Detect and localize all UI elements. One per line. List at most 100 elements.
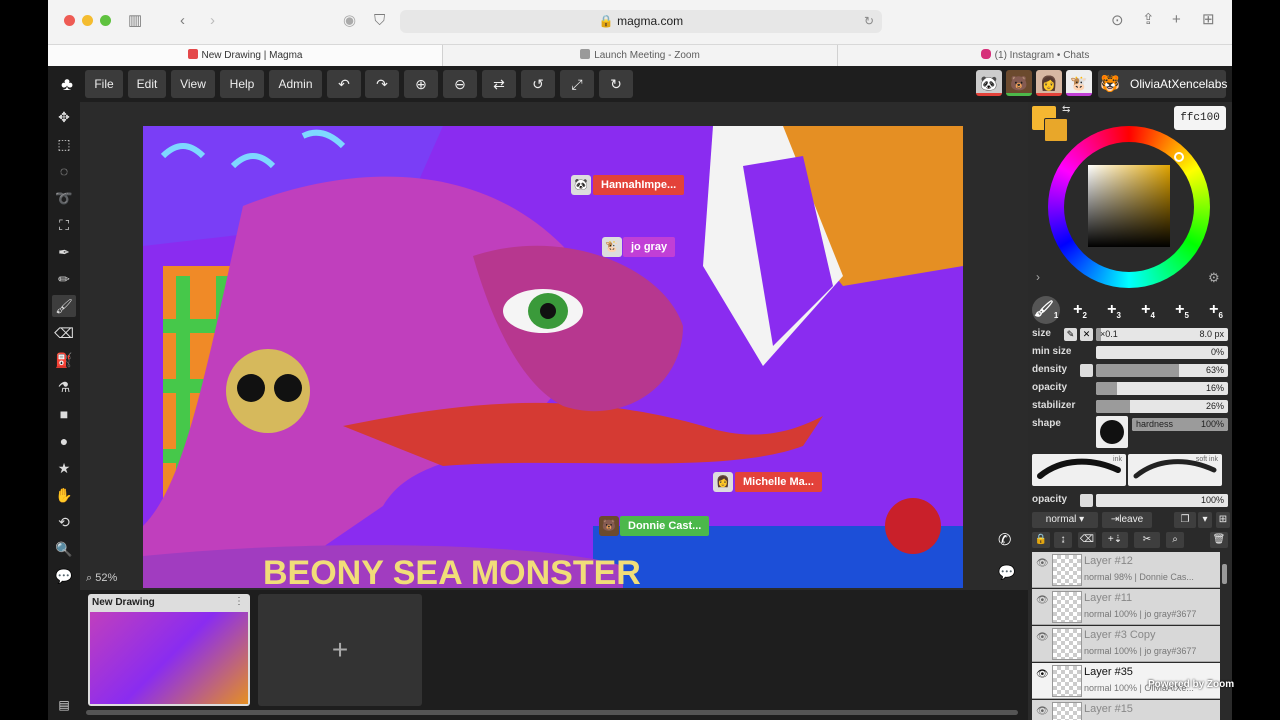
sidebar-icon[interactable]: ▥ — [128, 13, 142, 28]
rect-select-icon[interactable]: ⬚ — [52, 133, 76, 155]
brush-icon[interactable]: 🖌 — [52, 295, 76, 317]
redo-icon[interactable]: ↷ — [365, 70, 399, 98]
cut-layer-icon[interactable]: ✂ — [1134, 532, 1160, 548]
brush-slot-2[interactable]: +2 — [1066, 296, 1094, 324]
visibility-eye-icon[interactable]: 👁 — [1036, 595, 1049, 606]
color-wheel[interactable] — [1048, 126, 1210, 288]
merge-down-icon[interactable]: +⇣ — [1102, 532, 1128, 548]
extension-icon[interactable]: ◉ — [343, 13, 356, 28]
forward-icon[interactable]: › — [210, 13, 215, 28]
new-tab-icon[interactable]: + — [1172, 12, 1181, 27]
address-bar[interactable]: 🔒 magma.com ↻ — [400, 10, 882, 33]
user-avatar-panda[interactable]: 🐼 — [976, 70, 1002, 96]
rotate-left-icon[interactable]: ↺ — [521, 70, 555, 98]
layer-view-icon[interactable]: ❐ — [1174, 512, 1196, 528]
density-slider[interactable]: 63% — [1096, 364, 1228, 377]
search-layer-icon[interactable]: ⌕ — [1166, 532, 1184, 548]
density-checkbox[interactable] — [1080, 364, 1093, 377]
secondary-color-swatch[interactable] — [1044, 118, 1068, 142]
circle-icon[interactable]: ● — [52, 430, 76, 452]
tab-magma[interactable]: New Drawing | Magma — [48, 45, 442, 67]
tab-overview-icon[interactable]: ⊞ — [1202, 12, 1215, 27]
swap-colors-icon[interactable]: ⇆ — [1062, 104, 1070, 115]
expand-chevron-icon[interactable]: › — [1036, 270, 1040, 284]
layer-row[interactable]: 👁 Layer #12 normal 98% | Donnie Cas... — [1032, 552, 1220, 588]
layer-opacity-slider[interactable]: 100% — [1096, 494, 1228, 507]
minimize-window-button[interactable] — [82, 15, 93, 26]
pencil-icon[interactable]: ✏ — [52, 268, 76, 290]
brush-preset-soft-ink[interactable]: soft ink — [1128, 454, 1222, 486]
layer-row[interactable]: 👁 Layer #11 normal 100% | jo gray#3677 — [1032, 589, 1220, 625]
brush-slot-6[interactable]: +6 — [1202, 296, 1230, 324]
user-avatar-photo[interactable]: 👩 — [1036, 70, 1062, 96]
eyedropper-icon[interactable]: ✒ — [52, 241, 76, 263]
magma-logo-icon[interactable]: ♣ — [55, 70, 79, 98]
pressure-pen-icon[interactable]: ✎ — [1064, 328, 1077, 341]
brush-slot-5[interactable]: +5 — [1168, 296, 1196, 324]
brush-slot-1[interactable]: 🖌1 — [1032, 296, 1060, 324]
chat-icon[interactable]: 💬 — [52, 565, 76, 587]
eraser-icon[interactable]: ⌫ — [52, 322, 76, 344]
view-menu-button[interactable]: View — [171, 70, 215, 98]
close-window-button[interactable] — [64, 15, 75, 26]
canvas-area[interactable]: BEONY SEA MONSTER 🐼 HannahImpe... 🐮 jo g… — [80, 102, 1028, 590]
hardness-slider[interactable]: hardness 100% — [1132, 418, 1228, 431]
clear-layer-icon[interactable]: ⌫ — [1078, 532, 1096, 548]
tab-zoom[interactable]: Launch Meeting - Zoom — [442, 45, 837, 67]
layer-dropdown-icon[interactable]: ▾ — [1198, 512, 1212, 528]
drawing-canvas[interactable]: BEONY SEA MONSTER 🐼 HannahImpe... 🐮 jo g… — [143, 126, 963, 588]
share-icon[interactable]: ⇪ — [1142, 12, 1155, 27]
blend-mode-select[interactable]: normal ▾ — [1032, 512, 1098, 528]
move-layer-icon[interactable]: ↨ — [1054, 532, 1072, 548]
layer-add-icon[interactable]: ⊞ — [1216, 512, 1230, 528]
rectangle-icon[interactable]: ■ — [52, 403, 76, 425]
tab-instagram[interactable]: (1) Instagram • Chats — [837, 45, 1232, 67]
visibility-eye-icon[interactable]: 👁 — [1036, 706, 1049, 717]
more-options-icon[interactable]: ⋮ — [234, 596, 244, 607]
rotate-view-icon[interactable]: ⟲ — [52, 511, 76, 533]
maximize-window-button[interactable] — [100, 15, 111, 26]
file-menu-button[interactable]: File — [85, 70, 123, 98]
hex-color-input[interactable]: ffc100 — [1174, 106, 1226, 130]
user-avatar-bear[interactable]: 🐻 — [1006, 70, 1032, 96]
chat-bubble-icon[interactable]: 💬 — [998, 564, 1015, 581]
undo-icon[interactable]: ↶ — [327, 70, 361, 98]
flip-icon[interactable]: ⇄ — [482, 70, 516, 98]
min-size-slider[interactable]: 0% — [1096, 346, 1228, 359]
brush-shape-preview[interactable] — [1096, 416, 1128, 448]
horizontal-scrollbar[interactable] — [86, 710, 1018, 715]
zoom-tool-icon[interactable]: 🔍 — [52, 538, 76, 560]
film-strip-icon[interactable]: ▤ — [52, 694, 76, 716]
drawing-thumbnail[interactable]: New Drawing ⋮ — [88, 594, 250, 706]
color-settings-gear-icon[interactable]: ⚙ — [1208, 270, 1220, 286]
size-slider[interactable]: ×0.1 8.0 px — [1096, 328, 1228, 341]
layers-scrollbar[interactable] — [1222, 564, 1227, 584]
move-tool-icon[interactable]: ✥ — [52, 106, 76, 128]
rotate-right-icon[interactable]: ↻ — [599, 70, 633, 98]
hand-icon[interactable]: ✋ — [52, 484, 76, 506]
paint-bucket-icon[interactable]: ⛽ — [52, 349, 76, 371]
transform-icon[interactable]: ⛶ — [52, 214, 76, 236]
opacity-slider[interactable]: 16% — [1096, 382, 1228, 395]
new-drawing-button[interactable]: + — [258, 594, 422, 706]
visibility-eye-icon[interactable]: 👁 — [1036, 669, 1049, 680]
zoom-out-icon[interactable]: ⊖ — [443, 70, 477, 98]
lock-layer-icon[interactable]: 🔒 — [1032, 532, 1050, 548]
layer-opacity-checkbox[interactable] — [1080, 494, 1093, 507]
edit-menu-button[interactable]: Edit — [128, 70, 166, 98]
stamp-icon[interactable]: ⚗ — [52, 376, 76, 398]
lasso-icon[interactable]: ➰ — [52, 187, 76, 209]
help-menu-button[interactable]: Help — [220, 70, 264, 98]
leave-button[interactable]: ⇥leave — [1102, 512, 1152, 528]
pressure-toggle-icon[interactable]: ✕ — [1080, 328, 1093, 341]
visibility-eye-icon[interactable]: 👁 — [1036, 558, 1049, 569]
shield-icon[interactable]: ⛉ — [374, 13, 385, 28]
phone-icon[interactable]: ✆ — [998, 530, 1011, 550]
visibility-eye-icon[interactable]: 👁 — [1036, 632, 1049, 643]
back-icon[interactable]: ‹ — [180, 13, 185, 28]
fullscreen-icon[interactable]: ⤢ — [560, 70, 594, 98]
hue-handle[interactable] — [1174, 152, 1184, 162]
delete-layer-icon[interactable]: 🗑 — [1210, 532, 1228, 548]
zoom-in-icon[interactable]: ⊕ — [404, 70, 438, 98]
download-icon[interactable]: ⊙ — [1111, 13, 1124, 28]
